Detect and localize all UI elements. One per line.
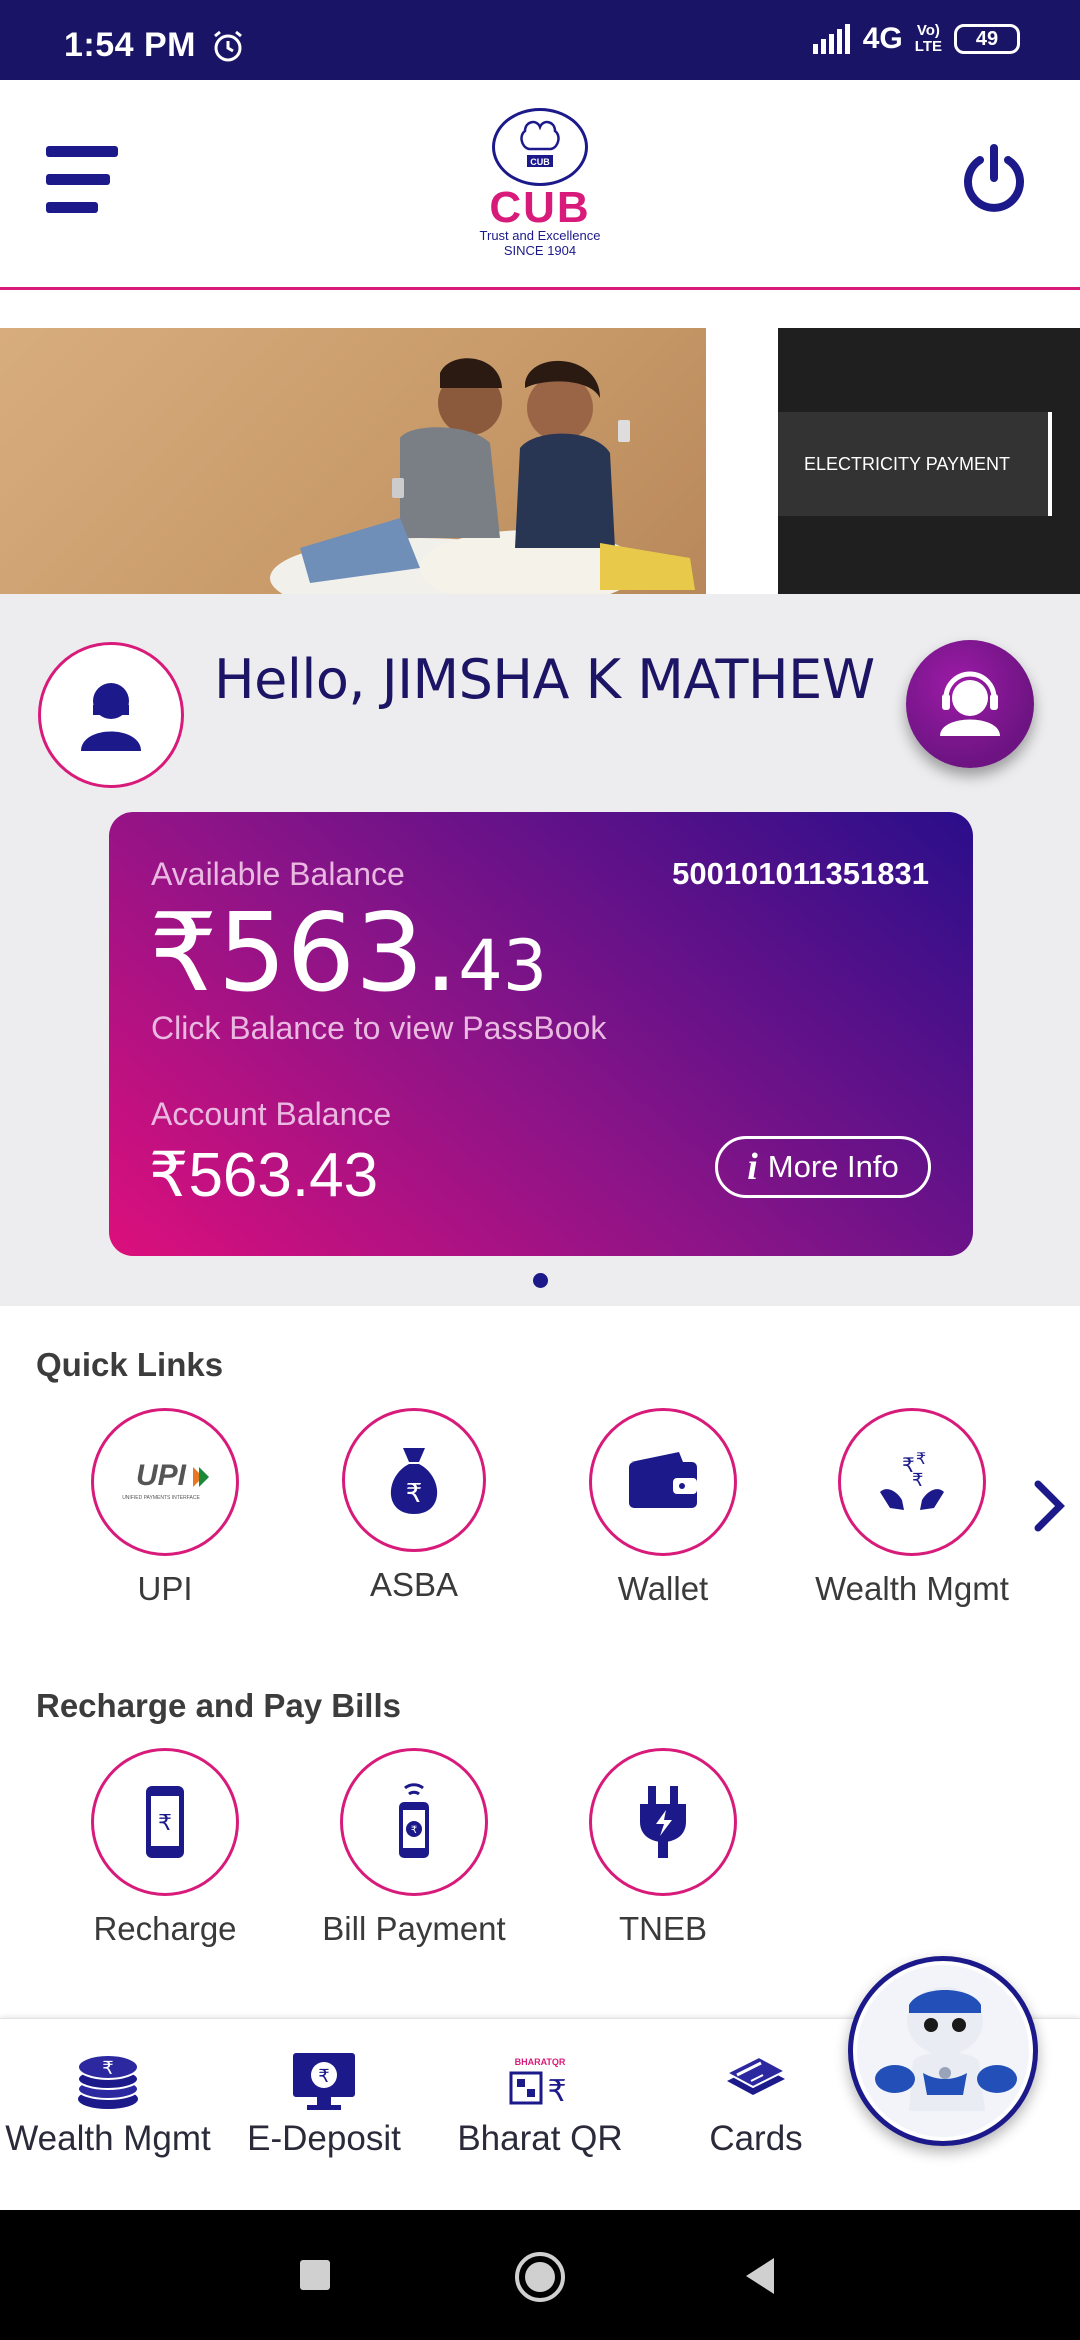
recharge-item-tneb[interactable]: TNEB [563,1748,763,1948]
volte-bottom: LTE [914,38,942,55]
status-bar: 1:54 PM 4G Vo) LTE 49 [0,0,1080,80]
available-balance-label: Available Balance [151,856,405,892]
quick-link-wallet[interactable]: Wallet [563,1408,763,1608]
nav-bharat-qr[interactable]: BHARATQR ₹ Bharat QR [432,2049,648,2159]
logo-tagline: Trust and Excellence [479,228,601,243]
nav-cards[interactable]: Cards [648,2049,864,2159]
upi-logo-text: UPI [136,1459,187,1492]
nav-label: Cards [709,2119,803,2158]
home-circle-icon[interactable] [513,2250,567,2304]
recharge-item-label: TNEB [618,1910,707,1947]
wallet-icon [589,1408,737,1556]
battery-level: 49 [975,27,999,50]
greeting-text: Hello, JIMSHA K MATHEW [214,648,875,711]
quick-link-wealth-mgmt[interactable]: ₹ ₹ ₹ Wealth Mgmt [812,1408,1012,1608]
volte-top: Vo) [916,22,940,39]
upi-logo-subtext: UNIFIED PAYMENTS INTERFACE [122,1495,200,1501]
recharge-section-title: Recharge and Pay Bills [36,1687,401,1724]
battery-icon: 49 [954,24,1020,54]
status-time: 1:54 PM [64,26,196,64]
recents-square-icon[interactable] [298,2258,332,2292]
nav-e-deposit[interactable]: ₹ E-Deposit [216,2049,432,2159]
recharge-item-recharge[interactable]: ₹ Recharge [65,1748,265,1948]
recharge-item-label: Recharge [93,1910,237,1947]
customer-support-headset-icon[interactable] [906,640,1034,768]
passbook-hint: Click Balance to view PassBook [151,1010,607,1046]
quick-link-label: Wallet [617,1570,709,1607]
balance-card[interactable]: Available Balance 500101011351831 ₹563.4… [109,812,973,1256]
available-balance-amount[interactable]: ₹563.43 [149,894,547,1026]
nav-wealth-mgmt[interactable]: ₹ Wealth Mgmt [0,2049,216,2159]
available-balance-dec: 43 [458,925,548,1007]
rupee-hands-icon: ₹ ₹ ₹ [838,1408,986,1556]
svg-text:₹: ₹ [411,1825,417,1836]
svg-text:₹: ₹ [547,2074,566,2109]
svg-text:CUB: CUB [530,157,550,167]
logo-text: CUB [489,183,591,232]
electricity-payment-banner[interactable]: ELECTRICITY PAYMENT [778,328,1080,594]
app-header: CUB CUB Trust and Excellence SINCE 1904 [0,80,1080,290]
svg-text:₹: ₹ [158,1811,172,1836]
quick-link-label: ASBA [369,1566,459,1603]
more-info-label: More Info [767,1149,899,1184]
hamburger-menu-icon[interactable] [46,146,122,216]
banner-tag: ELECTRICITY PAYMENT [778,412,1052,516]
account-number: 500101011351831 [672,856,929,891]
network-type: 4G [862,22,903,55]
rupee-coins-stack-icon: ₹ [0,2049,216,2113]
nav-label: Bharat QR [457,2119,623,2158]
svg-text:₹: ₹ [318,2066,329,2087]
electric-plug-icon [589,1748,737,1896]
recharge-item-label: Bill Payment [322,1910,506,1947]
logo-since: SINCE 1904 [503,243,577,258]
upi-logo-icon: UPI UNIFIED PAYMENTS INTERFACE [91,1408,239,1556]
cards-stack-icon [648,2049,864,2113]
svg-text:₹: ₹ [102,2058,113,2079]
quick-links-title: Quick Links [36,1346,224,1383]
volte-indicator: Vo) LTE [915,23,942,55]
quick-link-label: Wealth Mgmt [815,1570,1009,1607]
cub-logo: CUB CUB Trust and Excellence SINCE 1904 [460,108,620,258]
power-icon[interactable] [956,142,1032,218]
quick-link-asba[interactable]: ₹ ASBA [314,1408,514,1604]
svg-text:₹: ₹ [406,1479,423,1509]
more-info-button[interactable]: i More Info [715,1136,931,1198]
rupee-money-bag-icon: ₹ [342,1408,486,1552]
mobile-rupee-icon: ₹ [91,1748,239,1896]
carousel-page-indicator [533,1273,548,1288]
user-avatar-icon[interactable] [38,642,184,788]
available-balance-int: ₹563. [149,891,459,1016]
quick-link-label: UPI [137,1570,193,1607]
info-icon: i [747,1146,758,1188]
account-balance-label: Account Balance [151,1096,392,1132]
robot-assistant-icon[interactable] [848,1956,1038,2146]
bharat-qr-badge: BHARATQR [515,2057,566,2067]
system-navigation-bar [0,2210,1080,2340]
logo-seal-icon: CUB [492,108,588,186]
alarm-icon [214,30,242,62]
two-men-with-phones-photo[interactable] [0,328,706,594]
back-triangle-icon[interactable] [742,2256,778,2296]
signal-icon [812,24,850,54]
mobile-bill-icon: ₹ [340,1748,488,1896]
nav-label: E-Deposit [247,2119,401,2158]
quick-link-upi[interactable]: UPI UNIFIED PAYMENTS INTERFACE UPI [65,1408,265,1608]
chevron-right-icon[interactable] [1030,1478,1070,1534]
monitor-rupee-icon: ₹ [216,2049,432,2113]
svg-text:₹: ₹ [912,1470,923,1491]
nav-label: Wealth Mgmt [5,2119,211,2158]
account-balance-amount: ₹563.43 [149,1141,379,1210]
recharge-item-bill-payment[interactable]: ₹ Bill Payment [314,1748,514,1948]
svg-text:₹: ₹ [916,1449,926,1468]
banner-carousel[interactable]: ELECTRICITY PAYMENT [0,328,1080,594]
bharat-qr-icon: BHARATQR ₹ [432,2049,648,2113]
